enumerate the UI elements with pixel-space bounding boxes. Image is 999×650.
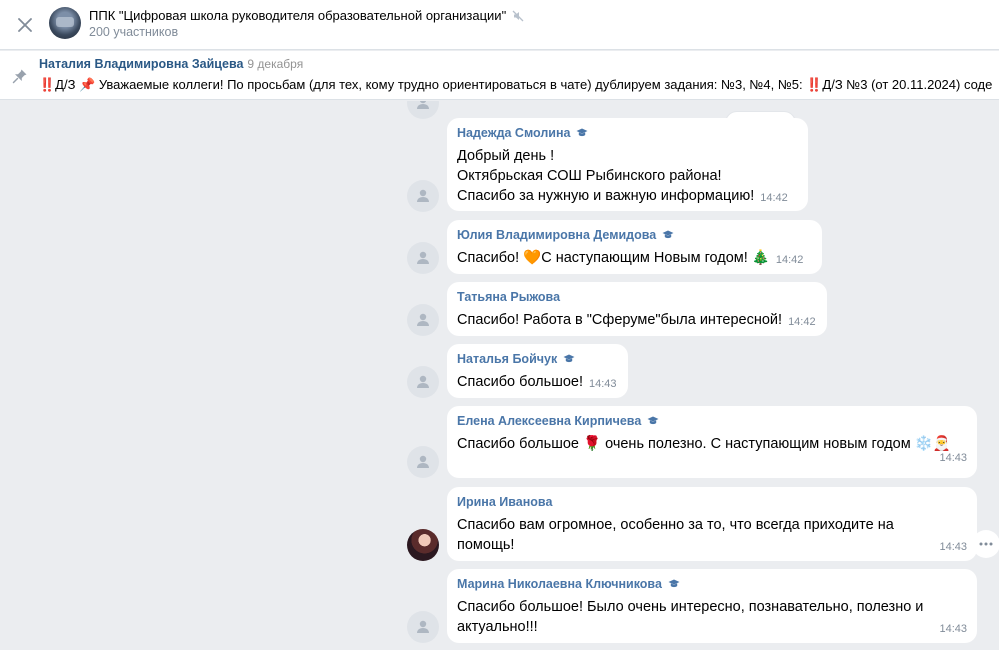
graduation-cap-icon xyxy=(576,128,588,137)
graduation-cap-icon xyxy=(668,579,680,588)
graduation-cap-icon xyxy=(647,416,659,425)
user-photo-avatar[interactable] xyxy=(407,529,439,561)
message-more-button[interactable] xyxy=(972,530,999,558)
chat-title-row[interactable]: ППК "Цифровая школа руководителя образов… xyxy=(89,8,524,23)
message-time: 14:43 xyxy=(589,378,617,390)
avatar[interactable] xyxy=(407,304,439,336)
message-author: Марина Николаевна Ключникова xyxy=(457,577,662,591)
chat-header: ППК "Цифровая школа руководителя образов… xyxy=(0,0,999,50)
message-text: Добрый день ! Октябрьская СОШ Рыбинского… xyxy=(457,146,798,208)
graduation-cap-icon xyxy=(563,354,575,363)
message-bubble[interactable]: Наталья Бойчук Спасибо большое! 14:43 xyxy=(447,344,628,398)
pinned-author-name: Наталия Владимировна Зайцева xyxy=(39,57,244,71)
user-icon xyxy=(417,189,429,202)
message-line: Спасибо! Работа в "Сферуме"была интересн… xyxy=(457,312,783,328)
user-icon xyxy=(417,101,429,109)
chat-title: ППК "Цифровая школа руководителя образов… xyxy=(89,8,507,23)
message-stream[interactable]: сегодня Надежда Смолина Добрый день ! Ок… xyxy=(0,101,999,650)
message-line: Спасибо за нужную и важную информацию! xyxy=(457,188,755,204)
message-bubble[interactable]: Юлия Владимировна Демидова Спасибо! 🧡С н… xyxy=(447,220,822,274)
pinned-text: ‼️Д/З 📌 Уважаемые коллеги! По просьбам (… xyxy=(39,77,993,92)
avatar[interactable] xyxy=(407,366,439,398)
avatar[interactable] xyxy=(407,242,439,274)
message-line: Спасибо большое 🌹 очень полезно. С насту… xyxy=(457,436,951,452)
message-author-row[interactable]: Марина Николаевна Ключникова xyxy=(457,577,967,591)
message-author-row[interactable]: Юлия Владимировна Демидова xyxy=(457,228,812,242)
message-bubble[interactable]: Марина Николаевна Ключникова Спасибо бол… xyxy=(447,569,977,643)
message-line: Спасибо большое! xyxy=(457,374,583,390)
message-line-with-time: Спасибо за нужную и важную информацию! 14… xyxy=(457,186,798,208)
user-icon xyxy=(417,313,429,326)
chat-avatar[interactable] xyxy=(49,7,81,39)
message-author-row[interactable]: Надежда Смолина xyxy=(457,126,798,140)
avatar[interactable] xyxy=(407,180,439,212)
pinned-author[interactable]: Наталия Владимировна Зайцева 9 декабря xyxy=(39,57,303,71)
message-time: 14:43 xyxy=(939,623,967,635)
message-text: Спасибо! 🧡С наступающим Новым годом! 🎄 14… xyxy=(457,248,812,270)
message-author-row[interactable]: Наталья Бойчук xyxy=(457,352,618,366)
user-icon xyxy=(417,620,429,633)
message-author-row[interactable]: Татьяна Рыжова xyxy=(457,290,817,304)
message-author: Елена Алексеевна Кирпичева xyxy=(457,414,642,428)
message-author: Надежда Смолина xyxy=(457,126,571,140)
message-time: 14:42 xyxy=(760,192,788,204)
message-author: Юлия Владимировна Демидова xyxy=(457,228,657,242)
message-time: 14:43 xyxy=(939,541,967,553)
message-bubble[interactable]: Ирина Иванова Спасибо вам огромное, особ… xyxy=(447,487,977,561)
pin-icon xyxy=(12,69,27,84)
message-line: Октябрьская СОШ Рыбинского района! xyxy=(457,168,722,184)
muted-icon xyxy=(512,10,524,21)
message-line: Спасибо вам огромное, особенно за то, чт… xyxy=(457,517,894,533)
graduation-cap-icon xyxy=(662,230,674,239)
message-author-row[interactable]: Елена Алексеевна Кирпичева xyxy=(457,414,967,428)
pinned-message[interactable]: Наталия Владимировна Зайцева 9 декабря ‼️… xyxy=(0,51,999,100)
message-bubble[interactable]: Надежда Смолина Добрый день ! Октябрьска… xyxy=(447,118,808,211)
avatar[interactable] xyxy=(407,101,439,119)
message-text: Спасибо большое 🌹 очень полезно. С насту… xyxy=(457,434,967,454)
message-author: Ирина Иванова xyxy=(457,495,553,509)
message-author: Татьяна Рыжова xyxy=(457,290,561,304)
message-bubble[interactable]: Елена Алексеевна Кирпичева Спасибо больш… xyxy=(447,406,977,478)
avatar[interactable] xyxy=(407,611,439,643)
message-author: Наталья Бойчук xyxy=(457,352,558,366)
message-line: Спасибо! 🧡С наступающим Новым годом! 🎄 xyxy=(457,250,770,266)
close-button[interactable] xyxy=(10,10,40,40)
avatar[interactable] xyxy=(407,446,439,478)
message-line: Добрый день ! xyxy=(457,148,555,164)
message-author-row[interactable]: Ирина Иванова xyxy=(457,495,967,509)
user-icon xyxy=(417,251,429,264)
pinned-date: 9 декабря xyxy=(247,57,304,71)
members-count[interactable]: 200 участников xyxy=(89,25,178,39)
more-horizontal-icon xyxy=(979,542,993,546)
user-icon xyxy=(417,455,429,468)
user-icon xyxy=(417,375,429,388)
message-bubble[interactable]: Татьяна Рыжова Спасибо! Работа в "Сферум… xyxy=(447,282,827,336)
message-line: Спасибо большое! Было очень интересно, п… xyxy=(457,599,924,615)
message-time: 14:42 xyxy=(788,316,816,328)
message-time: 14:42 xyxy=(775,254,804,266)
message-text: Спасибо большое! 14:43 xyxy=(457,372,618,394)
previous-message-emoji-fragment xyxy=(500,101,580,105)
message-text: Спасибо! Работа в "Сферуме"была интересн… xyxy=(457,310,817,332)
close-icon xyxy=(18,18,32,32)
